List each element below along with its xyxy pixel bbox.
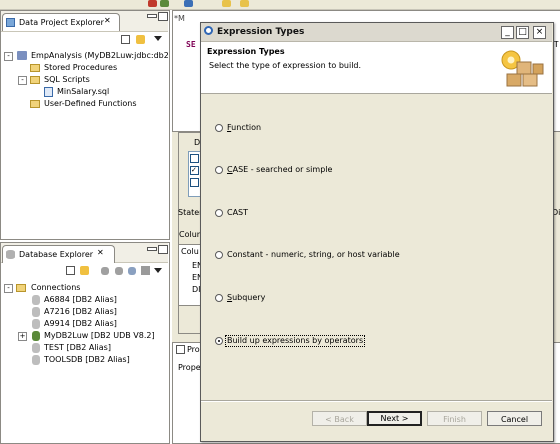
- folder-icon: [30, 100, 40, 108]
- editor-tab[interactable]: *M: [174, 12, 200, 26]
- folder-icon: [30, 64, 40, 72]
- dialog-app-icon: [204, 26, 213, 35]
- option-subquery-radio[interactable]: [215, 294, 223, 302]
- dialog-close-button[interactable]: ×: [533, 26, 546, 39]
- option-cast-radio[interactable]: [215, 209, 223, 217]
- option-case-radio[interactable]: [215, 166, 223, 174]
- main-toolbar: [0, 0, 560, 10]
- connect-icon[interactable]: [101, 267, 109, 275]
- disconnect-icon[interactable]: [115, 267, 123, 275]
- connection-icon: [32, 295, 40, 305]
- toolbar-search-icon[interactable]: [184, 0, 193, 7]
- tree-label: A9914 [DB2 Alias]: [44, 319, 117, 328]
- filter-icon[interactable]: [141, 266, 150, 275]
- data-project-icon: [6, 18, 15, 27]
- back-button[interactable]: < Back: [312, 411, 367, 426]
- properties-tab[interactable]: Pro: [176, 345, 200, 354]
- sql-file-icon: [44, 87, 53, 97]
- option-build-up-label[interactable]: Build up expressions by operators: [225, 335, 366, 347]
- view-menu-icon[interactable]: [154, 268, 162, 273]
- collapse-all-icon[interactable]: [66, 266, 75, 275]
- database-explorer-minimize-icon[interactable]: [147, 247, 157, 251]
- next-button[interactable]: Next >: [367, 411, 422, 426]
- dialog-maximize-button[interactable]: □: [516, 26, 529, 39]
- tree-expander-icon[interactable]: -: [4, 284, 13, 293]
- finish-button[interactable]: Finish: [427, 411, 482, 426]
- option-subquery-label[interactable]: Subquery: [227, 293, 265, 303]
- connection-icon: [32, 319, 40, 329]
- statement-label: Stater: [178, 208, 203, 217]
- tree-expander-icon[interactable]: +: [18, 332, 27, 341]
- option-constant-label[interactable]: Constant - numeric, string, or host vari…: [227, 250, 400, 260]
- dialog-button-separator: [201, 400, 552, 402]
- option-function-radio[interactable]: [215, 124, 223, 132]
- link-with-editor-icon[interactable]: [136, 35, 145, 44]
- toolbar-forward-icon[interactable]: [240, 0, 249, 7]
- connection-icon: [32, 343, 40, 353]
- project-icon: [17, 51, 27, 60]
- dialog-title: Expression Types: [217, 27, 305, 37]
- database-explorer-maximize-icon[interactable]: [158, 245, 168, 254]
- toolbar-back-icon[interactable]: [222, 0, 231, 7]
- tree-label: EmpAnalysis (MyDB2Luw:jdbc:db2://lo: [31, 51, 168, 60]
- tree-expander-icon[interactable]: -: [4, 52, 13, 61]
- data-project-close-icon[interactable]: ✕: [104, 16, 111, 25]
- option-build-up-radio[interactable]: [215, 337, 223, 345]
- option-constant-radio[interactable]: [215, 251, 223, 259]
- connection-icon: [32, 355, 40, 365]
- database-icon: [6, 250, 15, 259]
- option-cast-label[interactable]: CAST: [227, 208, 248, 218]
- dialog-minimize-button[interactable]: _: [501, 26, 514, 39]
- tree-expander-icon[interactable]: -: [18, 76, 27, 85]
- properties-header: Prope: [178, 363, 201, 372]
- data-project-maximize-icon[interactable]: [158, 12, 168, 21]
- option-function-label[interactable]: Function: [227, 123, 261, 133]
- tree-item-empanalysis[interactable]: - EmpAnalysis (MyDB2Luw:jdbc:db2://lo: [4, 50, 168, 62]
- data-project-minimize-icon[interactable]: [147, 14, 157, 18]
- column-header: Colu: [181, 247, 199, 256]
- tree-label: SQL Scripts: [44, 75, 90, 84]
- tree-label: A6884 [DB2 Alias]: [44, 295, 117, 304]
- data-project-explorer-view: [0, 10, 170, 240]
- connections-folder-icon: [16, 284, 26, 292]
- tree-label: TEST [DB2 Alias]: [44, 343, 111, 352]
- toolbar-run-icon[interactable]: [148, 0, 157, 7]
- data-project-explorer-title: Data Project Explorer: [19, 18, 104, 27]
- checkbox[interactable]: [190, 154, 199, 163]
- data-project-explorer-tab[interactable]: Data Project Explorer: [2, 13, 120, 31]
- editor-tab-label: *M: [174, 14, 185, 23]
- tree-label: TOOLSDB [DB2 Alias]: [44, 355, 130, 364]
- connection-icon: [32, 331, 40, 341]
- sql-text-fragment: SE: [186, 40, 196, 49]
- option-case-label[interactable]: CASE - searched or simple: [227, 165, 332, 175]
- tree-label: MinSalary.sql: [57, 87, 110, 96]
- dialog-header-title: Expression Types: [207, 47, 285, 56]
- properties-tab-label: Pro: [187, 345, 200, 354]
- dialog-content: [201, 94, 552, 400]
- cancel-button[interactable]: Cancel: [487, 411, 542, 426]
- dialog-header-description: Select the type of expression to build.: [209, 61, 362, 70]
- properties-icon: [176, 345, 185, 354]
- toolbar-debug-icon[interactable]: [160, 0, 169, 7]
- folder-icon: [30, 76, 40, 84]
- tree-label: Stored Procedures: [44, 63, 118, 72]
- connection-icon: [32, 307, 40, 317]
- wizard-banner-icon: [497, 46, 547, 90]
- link-with-editor-icon[interactable]: [80, 266, 89, 275]
- checkbox[interactable]: ✓: [190, 166, 199, 175]
- tree-label: User-Defined Functions: [44, 99, 137, 108]
- tree-label: A7216 [DB2 Alias]: [44, 307, 117, 316]
- checkbox[interactable]: [190, 178, 199, 187]
- refresh-icon[interactable]: [128, 267, 136, 275]
- view-menu-icon[interactable]: [154, 36, 162, 41]
- collapse-all-icon[interactable]: [121, 35, 130, 44]
- tree-label: MyDB2Luw [DB2 UDB V8.2]: [44, 331, 155, 340]
- database-explorer-title: Database Explorer: [19, 250, 94, 259]
- tree-label: Connections: [31, 283, 81, 292]
- database-explorer-close-icon[interactable]: ✕: [97, 248, 104, 257]
